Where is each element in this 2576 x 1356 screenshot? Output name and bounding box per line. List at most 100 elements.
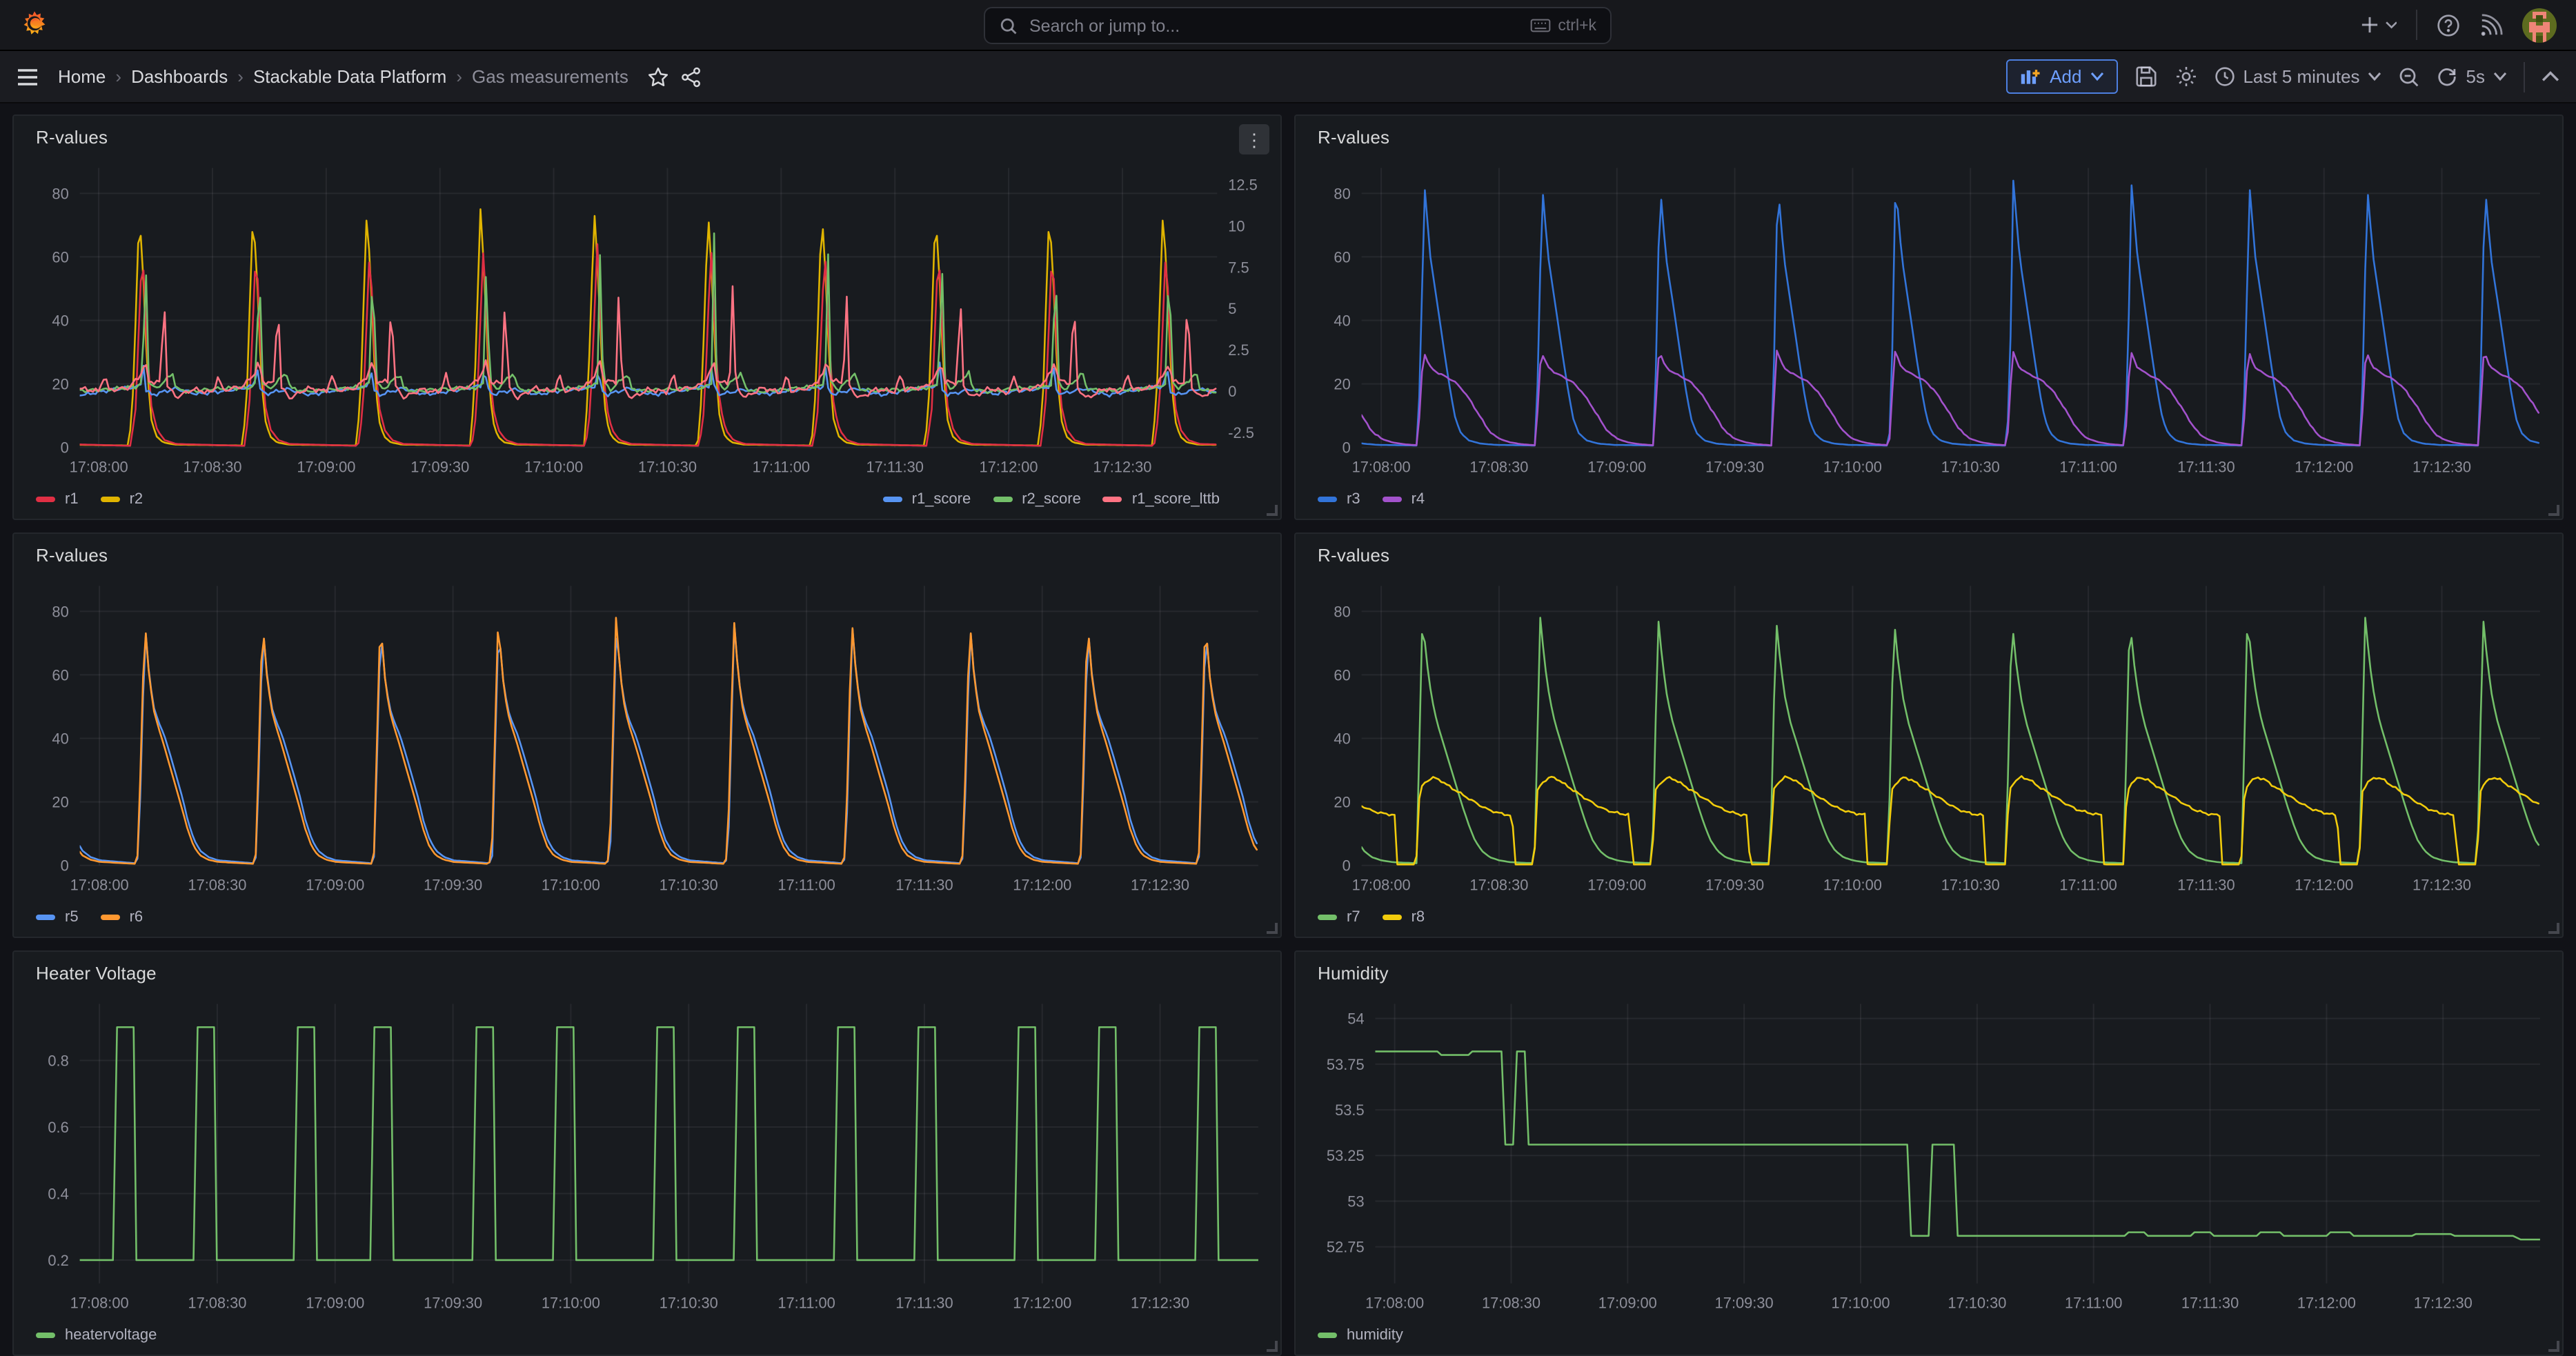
favorite-star-icon[interactable] bbox=[648, 66, 670, 88]
panel-title[interactable]: R-values bbox=[1318, 127, 1389, 148]
breadcrumb: Home › Dashboards › Stackable Data Platf… bbox=[58, 66, 628, 87]
panel-resize-handle[interactable] bbox=[1267, 923, 1278, 934]
svg-text:17:09:00: 17:09:00 bbox=[297, 458, 355, 475]
save-dashboard-icon[interactable] bbox=[2134, 65, 2157, 88]
legend-swatch bbox=[1318, 1333, 1337, 1338]
time-range-picker[interactable]: Last 5 minutes bbox=[2214, 66, 2381, 87]
menu-icon[interactable] bbox=[17, 67, 39, 86]
svg-text:17:09:30: 17:09:30 bbox=[1715, 1294, 1774, 1311]
panel-legend: heatervoltage bbox=[36, 1327, 1258, 1344]
news-rss-icon[interactable] bbox=[2479, 13, 2503, 37]
add-panel-icon bbox=[2019, 68, 2041, 86]
panel-resize-handle[interactable] bbox=[2548, 1341, 2559, 1352]
legend-item-r2_score[interactable]: r2_score bbox=[993, 491, 1081, 508]
legend-item-r4[interactable]: r4 bbox=[1383, 491, 1425, 508]
legend-group: humidity bbox=[1318, 1327, 1403, 1344]
svg-text:17:08:30: 17:08:30 bbox=[183, 458, 241, 475]
panel-title[interactable]: R-values bbox=[1318, 545, 1389, 566]
svg-text:54: 54 bbox=[1347, 1010, 1364, 1028]
svg-text:17:10:30: 17:10:30 bbox=[660, 876, 718, 893]
svg-text:17:12:00: 17:12:00 bbox=[1013, 876, 1071, 893]
svg-text:17:08:30: 17:08:30 bbox=[1469, 458, 1528, 475]
collapse-toolbar-icon[interactable] bbox=[2542, 70, 2559, 83]
refresh-picker[interactable]: 5s bbox=[2437, 66, 2507, 87]
add-button[interactable]: Add bbox=[2005, 59, 2117, 94]
svg-text:12.5: 12.5 bbox=[1228, 176, 1258, 193]
panel-resize-handle[interactable] bbox=[2548, 505, 2559, 516]
svg-text:17:11:30: 17:11:30 bbox=[2177, 876, 2235, 893]
legend-item-r5[interactable]: r5 bbox=[36, 909, 79, 926]
panel-title[interactable]: R-values bbox=[36, 545, 108, 566]
svg-text:17:10:00: 17:10:00 bbox=[542, 1294, 600, 1311]
legend-item-heatervoltage[interactable]: heatervoltage bbox=[36, 1327, 157, 1344]
search-input[interactable]: Search or jump to... ctrl+k bbox=[984, 7, 1612, 44]
svg-text:53.25: 53.25 bbox=[1327, 1147, 1365, 1164]
time-series-chart[interactable]: 17:08:0017:08:3017:09:0017:09:3017:10:00… bbox=[14, 116, 1280, 519]
zoom-out-icon[interactable] bbox=[2399, 66, 2421, 88]
series-r7 bbox=[1362, 618, 2539, 864]
breadcrumb-dashboards[interactable]: Dashboards bbox=[131, 66, 228, 87]
legend-item-r1_score[interactable]: r1_score bbox=[883, 491, 971, 508]
time-series-chart[interactable]: 17:08:0017:08:3017:09:0017:09:3017:10:00… bbox=[14, 952, 1280, 1355]
svg-text:80: 80 bbox=[52, 185, 68, 202]
time-series-chart[interactable]: 17:08:0017:08:3017:09:0017:09:3017:10:00… bbox=[1296, 534, 2562, 937]
svg-text:17:12:30: 17:12:30 bbox=[2414, 1294, 2473, 1311]
svg-text:40: 40 bbox=[1334, 312, 1350, 329]
svg-text:20: 20 bbox=[1334, 794, 1350, 811]
legend-item-humidity[interactable]: humidity bbox=[1318, 1327, 1403, 1344]
grafana-app: Search or jump to... ctrl+k bbox=[0, 0, 2576, 1356]
svg-text:10: 10 bbox=[1228, 217, 1245, 235]
svg-text:17:09:00: 17:09:00 bbox=[1598, 1294, 1657, 1311]
svg-text:17:09:00: 17:09:00 bbox=[1587, 458, 1646, 475]
time-series-chart[interactable]: 17:08:0017:08:3017:09:0017:09:3017:10:00… bbox=[1296, 116, 2562, 519]
panel-legend: r1 r2 r1_score r2_score r1_score_lttb bbox=[36, 491, 1258, 508]
panel-resize-handle[interactable] bbox=[1267, 505, 1278, 516]
legend-item-r8[interactable]: r8 bbox=[1383, 909, 1425, 926]
time-series-chart[interactable]: 17:08:0017:08:3017:09:0017:09:3017:10:00… bbox=[14, 534, 1280, 937]
legend-swatch bbox=[1318, 915, 1337, 920]
legend-item-r2[interactable]: r2 bbox=[101, 491, 143, 508]
legend-item-r7[interactable]: r7 bbox=[1318, 909, 1360, 926]
panel-resize-handle[interactable] bbox=[2548, 923, 2559, 934]
legend-swatch bbox=[993, 497, 1012, 502]
share-icon[interactable] bbox=[681, 66, 703, 88]
panel-r-values-3: R-values 17:08:0017:08:3017:09:0017:09:3… bbox=[12, 532, 1282, 938]
svg-text:17:08:00: 17:08:00 bbox=[70, 1294, 129, 1311]
time-series-chart[interactable]: 17:08:0017:08:3017:09:0017:09:3017:10:00… bbox=[1296, 952, 2562, 1355]
grafana-logo-icon[interactable] bbox=[19, 10, 50, 40]
user-avatar[interactable] bbox=[2522, 8, 2557, 42]
legend-label: r7 bbox=[1347, 909, 1360, 926]
legend-label: r5 bbox=[65, 909, 79, 926]
legend-swatch bbox=[1383, 915, 1402, 920]
panel-title[interactable]: R-values bbox=[36, 127, 108, 148]
dashboard-toolbar: Home › Dashboards › Stackable Data Platf… bbox=[0, 51, 2576, 103]
legend-label: r2 bbox=[130, 491, 143, 508]
svg-text:0.2: 0.2 bbox=[48, 1252, 68, 1269]
panel-menu-kebab-icon[interactable]: ⋮ bbox=[1239, 124, 1269, 154]
legend-item-r6[interactable]: r6 bbox=[101, 909, 143, 926]
svg-text:80: 80 bbox=[1334, 185, 1350, 202]
legend-group: r1_score r2_score r1_score_lttb bbox=[883, 491, 1220, 508]
panel-title[interactable]: Heater Voltage bbox=[36, 963, 157, 984]
svg-text:17:08:30: 17:08:30 bbox=[1469, 876, 1528, 893]
svg-text:0: 0 bbox=[61, 857, 69, 875]
legend-swatch bbox=[1103, 497, 1122, 502]
legend-item-r1[interactable]: r1 bbox=[36, 491, 79, 508]
svg-text:17:10:30: 17:10:30 bbox=[660, 1294, 718, 1311]
svg-text:20: 20 bbox=[52, 794, 68, 811]
new-item-button[interactable] bbox=[2361, 15, 2397, 34]
svg-text:0: 0 bbox=[1343, 857, 1351, 875]
svg-text:17:10:00: 17:10:00 bbox=[542, 876, 600, 893]
breadcrumb-home[interactable]: Home bbox=[58, 66, 106, 87]
legend-group: r7 r8 bbox=[1318, 909, 1425, 926]
breadcrumb-folder[interactable]: Stackable Data Platform bbox=[253, 66, 446, 87]
panel-resize-handle[interactable] bbox=[1267, 1341, 1278, 1352]
svg-text:20: 20 bbox=[52, 376, 68, 393]
legend-item-r1_score_lttb[interactable]: r1_score_lttb bbox=[1103, 491, 1220, 508]
panel-title[interactable]: Humidity bbox=[1318, 963, 1389, 984]
legend-item-r3[interactable]: r3 bbox=[1318, 491, 1360, 508]
help-icon[interactable] bbox=[2437, 13, 2460, 37]
panel-legend: r3 r4 bbox=[1318, 491, 2540, 508]
svg-text:17:08:30: 17:08:30 bbox=[188, 876, 246, 893]
dashboard-settings-icon[interactable] bbox=[2174, 65, 2197, 88]
